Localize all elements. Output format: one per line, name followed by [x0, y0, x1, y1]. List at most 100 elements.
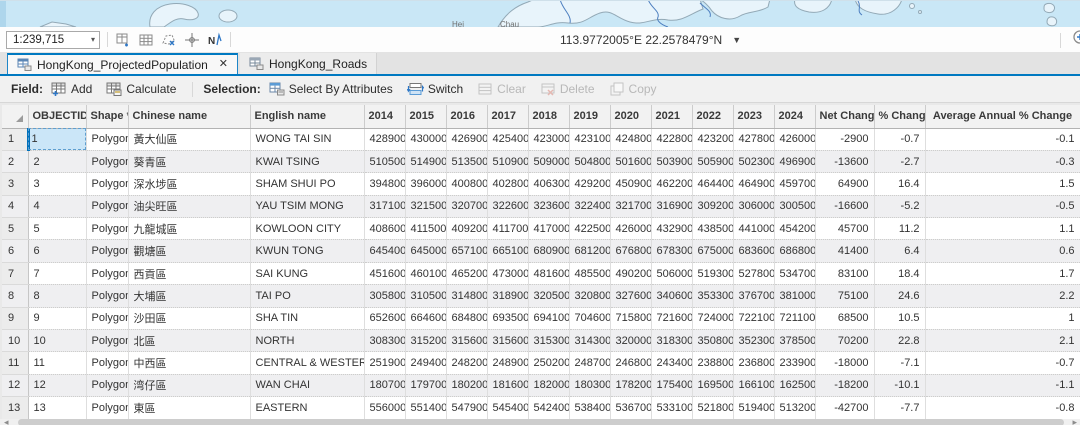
table-cell[interactable]: 426900 [446, 128, 487, 150]
table-cell[interactable]: 162500 [774, 374, 815, 396]
table-cell[interactable]: 454200 [774, 218, 815, 240]
table-cell[interactable]: -10.1 [874, 374, 925, 396]
table-cell[interactable]: 428900 [364, 128, 405, 150]
table-cell[interactable]: 378500 [774, 330, 815, 352]
table-cell[interactable]: 178200 [610, 374, 651, 396]
table-cell[interactable]: 東區 [128, 397, 250, 419]
tab-hongkong-roads[interactable]: HongKong_Roads [240, 53, 377, 74]
table-cell[interactable]: 180700 [364, 374, 405, 396]
table-cell[interactable]: SHA TIN [250, 307, 364, 329]
table-cell[interactable]: Polygon [86, 374, 128, 396]
table-cell[interactable]: 645400 [364, 240, 405, 262]
table-cell[interactable]: WAN CHAI [250, 374, 364, 396]
crosshair-icon[interactable] [184, 32, 200, 48]
table-cell[interactable]: 70200 [815, 330, 874, 352]
table-cell[interactable]: KWAI TSING [250, 150, 364, 172]
table-cell[interactable]: 538400 [569, 397, 610, 419]
table-cell[interactable]: 大埔區 [128, 285, 250, 307]
table-cell[interactable]: 704600 [569, 307, 610, 329]
table-cell[interactable]: 400800 [446, 173, 487, 195]
table-cell[interactable]: -42700 [815, 397, 874, 419]
table-cell[interactable]: NORTH [250, 330, 364, 352]
table-cell[interactable]: Polygon [86, 240, 128, 262]
table-cell[interactable]: 684800 [446, 307, 487, 329]
select-all-corner[interactable] [2, 105, 28, 128]
table-cell[interactable]: TAI PO [250, 285, 364, 307]
table-cell[interactable]: 深水埗區 [128, 173, 250, 195]
table-cell[interactable]: 75100 [815, 285, 874, 307]
table-cell[interactable]: 381000 [774, 285, 815, 307]
table-cell[interactable]: 1.7 [925, 262, 1080, 284]
table-cell[interactable]: 521800 [692, 397, 733, 419]
table-cell[interactable]: 652600 [364, 307, 405, 329]
column-header[interactable]: English name [250, 105, 364, 128]
column-header[interactable]: Shape * [86, 105, 128, 128]
table-cell[interactable]: 411700 [487, 218, 528, 240]
table-cell[interactable]: 423000 [528, 128, 569, 150]
table-cell[interactable]: 721100 [774, 307, 815, 329]
table-cell[interactable]: 316900 [651, 195, 692, 217]
table-cell[interactable]: -0.3 [925, 150, 1080, 172]
table-cell[interactable]: 694100 [528, 307, 569, 329]
table-cell[interactable]: -7.7 [874, 397, 925, 419]
table-cell[interactable]: 462200 [651, 173, 692, 195]
table-cell[interactable]: 238800 [692, 352, 733, 374]
select-features-icon[interactable] [161, 32, 177, 48]
table-cell[interactable]: 12 [28, 374, 86, 396]
table-cell[interactable]: 551400 [405, 397, 446, 419]
table-cell[interactable]: Polygon [86, 128, 128, 150]
table-cell[interactable]: Polygon [86, 285, 128, 307]
column-header[interactable]: 2024 [774, 105, 815, 128]
table-cell[interactable]: 473000 [487, 262, 528, 284]
table-cell[interactable]: 693500 [487, 307, 528, 329]
table-cell[interactable]: 424800 [610, 128, 651, 150]
table-cell[interactable]: 318300 [651, 330, 692, 352]
table-cell[interactable]: 16.4 [874, 173, 925, 195]
table-cell[interactable]: 490200 [610, 262, 651, 284]
table-cell[interactable]: 1.1 [925, 218, 1080, 240]
row-number-cell[interactable]: 4 [2, 195, 28, 217]
column-header[interactable]: Average Annual % Change [925, 105, 1080, 128]
table-cell[interactable]: 9 [28, 307, 86, 329]
scrollbar-thumb[interactable] [18, 419, 1064, 425]
table-cell[interactable]: 464900 [733, 173, 774, 195]
switch-selection-button[interactable]: Switch [407, 82, 463, 96]
row-number-cell[interactable]: 12 [2, 374, 28, 396]
table-cell[interactable]: 175400 [651, 374, 692, 396]
table-cell[interactable]: 251900 [364, 352, 405, 374]
table-cell[interactable]: 243400 [651, 352, 692, 374]
column-header[interactable]: Chinese name [128, 105, 250, 128]
table-cell[interactable]: 320500 [528, 285, 569, 307]
table-cell[interactable]: 422800 [651, 128, 692, 150]
table-cell[interactable]: 664600 [405, 307, 446, 329]
table-cell[interactable]: 327600 [610, 285, 651, 307]
table-cell[interactable]: 504800 [569, 150, 610, 172]
table-cell[interactable]: CENTRAL & WESTERN [250, 352, 364, 374]
table-cell[interactable]: 181600 [487, 374, 528, 396]
table-cell[interactable]: -16600 [815, 195, 874, 217]
table-cell[interactable]: 680900 [528, 240, 569, 262]
table-cell[interactable]: 6 [28, 240, 86, 262]
table-cell[interactable]: 236800 [733, 352, 774, 374]
table-cell[interactable]: 0.6 [925, 240, 1080, 262]
table-cell[interactable]: Polygon [86, 150, 128, 172]
table-cell[interactable]: KOWLOON CITY [250, 218, 364, 240]
table-cell[interactable]: 315600 [446, 330, 487, 352]
table-cell[interactable]: 542400 [528, 397, 569, 419]
table-cell[interactable]: 496900 [774, 150, 815, 172]
table-cell[interactable]: 11 [28, 352, 86, 374]
table-cell[interactable]: 315600 [487, 330, 528, 352]
table-cell[interactable]: 519300 [692, 262, 733, 284]
table-cell[interactable]: 葵青區 [128, 150, 250, 172]
table-cell[interactable]: 1 [28, 128, 86, 150]
table-cell[interactable]: 5 [28, 218, 86, 240]
table-cell[interactable]: 6.4 [874, 240, 925, 262]
table-cell[interactable]: 509000 [528, 150, 569, 172]
table-cell[interactable]: -0.8 [925, 397, 1080, 419]
table-cell[interactable]: -2900 [815, 128, 874, 150]
table-cell[interactable]: 536700 [610, 397, 651, 419]
table-cell[interactable]: 41400 [815, 240, 874, 262]
close-icon[interactable]: ✕ [219, 59, 228, 70]
table-cell[interactable]: -0.5 [925, 195, 1080, 217]
table-cell[interactable]: 441000 [733, 218, 774, 240]
